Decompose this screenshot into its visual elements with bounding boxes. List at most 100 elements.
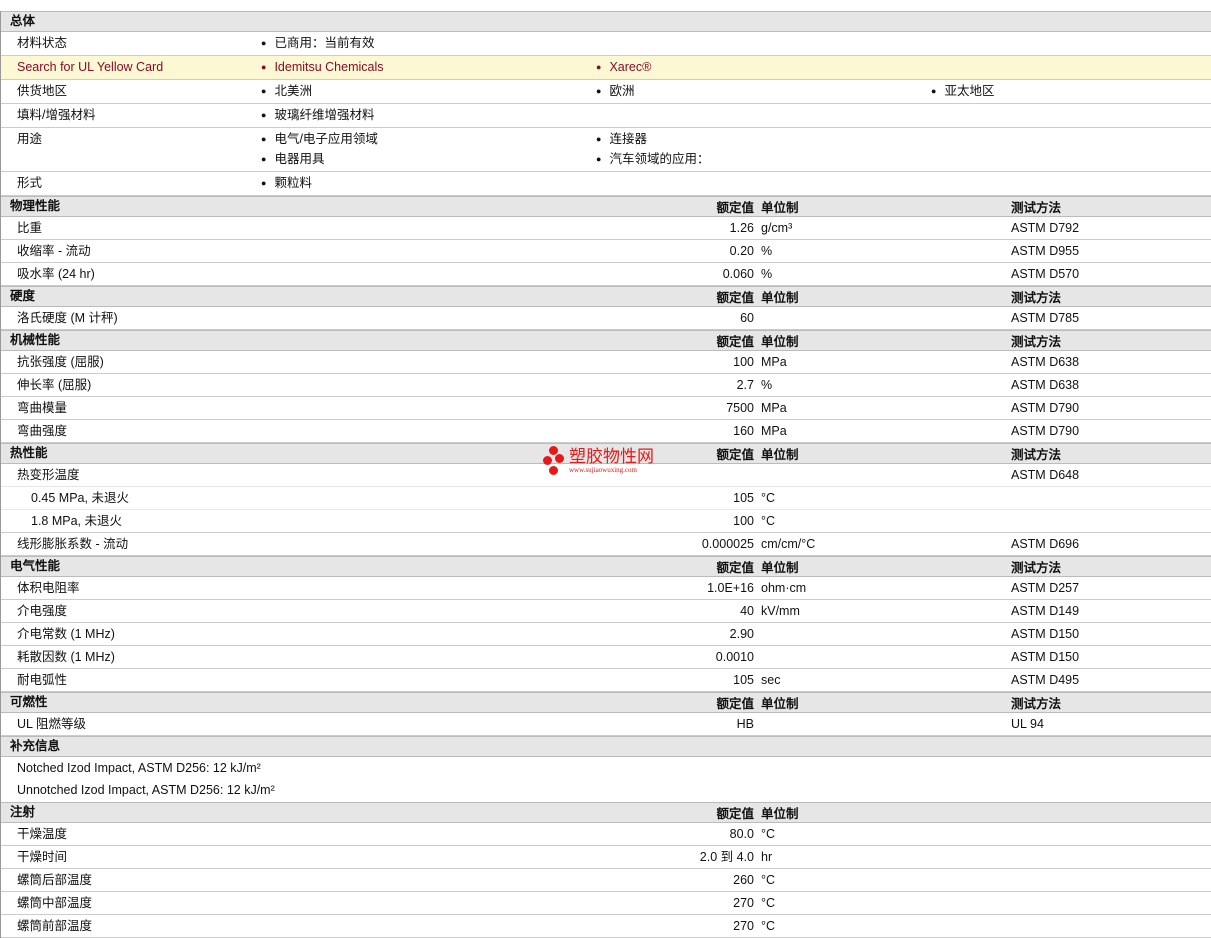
property-value: 2.0 到 4.0 [699, 850, 754, 864]
property-value: 270 [733, 896, 754, 910]
property-row: 介电强度 40 kV/mm ASTM D149 [1, 600, 1211, 623]
test-method: ASTM D696 [1011, 537, 1080, 551]
header-test-method: 测试方法 [1011, 291, 1062, 305]
section-header: 机械性能 额定值 单位制 测试方法 [1, 330, 1211, 351]
property-label: 比重 [17, 221, 43, 235]
header-test-method: 测试方法 [1011, 697, 1062, 711]
property-value: 0.20 [729, 244, 754, 258]
bullet-item: 已商用：当前有效 [261, 32, 374, 55]
property-label: 螺筒后部温度 [17, 873, 93, 887]
property-value: 260 [733, 873, 754, 887]
property-value: 7500 [726, 401, 754, 415]
property-value: HB [736, 717, 754, 731]
section-header: 可燃性 额定值 单位制 测试方法 [1, 692, 1211, 713]
bullet-item: 亚太地区 [931, 80, 994, 103]
header-test-method: 测试方法 [1011, 448, 1062, 462]
test-method: ASTM D648 [1011, 468, 1080, 482]
test-method: ASTM D149 [1011, 604, 1080, 618]
header-unit: 单位制 [761, 201, 799, 215]
header-value: 额定值 [716, 201, 754, 215]
property-row: 体积电阻率 1.0E+16 ohm·cm ASTM D257 [1, 577, 1211, 600]
header-value: 额定值 [716, 291, 754, 305]
header-unit: 单位制 [761, 291, 799, 305]
property-unit: °C [761, 919, 776, 933]
property-label: 线形膨胀系数 - 流动 [17, 537, 129, 551]
yellow-card-link[interactable]: Idemitsu Chemicals [261, 56, 383, 79]
test-method: ASTM D785 [1011, 311, 1080, 325]
general-row: 用途电气/电子应用领域连接器电器用具汽车领域的应用： [1, 128, 1211, 172]
section-header: 注射 额定值 单位制 [1, 802, 1211, 823]
property-row: 收缩率 - 流动 0.20% ASTM D955 [1, 240, 1211, 263]
section-title: 物理性能 [10, 199, 61, 213]
property-label: 介电常数 (1 MHz) [17, 627, 115, 641]
property-label: 干燥温度 [17, 827, 68, 841]
test-method: ASTM D792 [1011, 221, 1080, 235]
property-row: 弯曲模量 7500 MPa ASTM D790 [1, 397, 1211, 420]
property-label: 收缩率 - 流动 [17, 244, 91, 258]
header-test-method: 测试方法 [1011, 201, 1062, 215]
property-unit: % [761, 267, 773, 281]
general-row: 填料/增强材料 玻璃纤维增强材料 [1, 104, 1211, 128]
property-row: 线形膨胀系数 - 流动 0.000025 cm/cm/°C ASTM D696 [1, 533, 1211, 556]
property-label: 弯曲模量 [17, 401, 68, 415]
bullet-item: 欧洲 [596, 80, 634, 103]
section-title: 注射 [10, 805, 36, 819]
header-unit: 单位制 [761, 561, 799, 575]
property-row: UL 阻燃等级 HB UL 94 [1, 713, 1211, 736]
property-unit: °C [761, 514, 776, 528]
property-label: 螺筒前部温度 [17, 919, 93, 933]
property-unit: MPa [761, 424, 787, 438]
test-method: ASTM D638 [1011, 355, 1080, 369]
property-unit: °C [761, 896, 776, 910]
property-value: 105 [733, 673, 754, 687]
test-method: UL 94 [1011, 717, 1044, 731]
row-label[interactable]: Search for UL Yellow Card [17, 56, 163, 78]
property-label: 热变形温度 [17, 468, 80, 482]
test-method: ASTM D495 [1011, 673, 1080, 687]
test-method: ASTM D790 [1011, 401, 1080, 415]
property-value: 100 [733, 514, 754, 528]
property-row: 伸长率 (屈服) 2.7% ASTM D638 [1, 374, 1211, 397]
general-row: 材料状态 已商用：当前有效 [1, 32, 1211, 56]
property-unit: cm/cm/°C [761, 537, 816, 551]
property-row: 耐电弧性 105 sec ASTM D495 [1, 669, 1211, 692]
row-label: 材料状态 [17, 36, 68, 50]
property-row: 干燥温度 80.0 °C [1, 823, 1211, 846]
property-value: 160 [733, 424, 754, 438]
row-label: 填料/增强材料 [17, 108, 96, 122]
property-row: 吸水率 (24 hr) 0.060% ASTM D570 [1, 263, 1211, 286]
test-method: ASTM D955 [1011, 244, 1080, 258]
section-header-general: 总体 [1, 11, 1211, 32]
property-label: 介电强度 [17, 604, 68, 618]
property-row: 螺筒中部温度 270 °C [1, 892, 1211, 915]
property-row: 螺筒后部温度 260 °C [1, 869, 1211, 892]
property-row: 介电常数 (1 MHz) 2.90 ASTM D150 [1, 623, 1211, 646]
header-value: 额定值 [716, 807, 754, 821]
property-row: 比重 1.26 g/cm³ ASTM D792 [1, 217, 1211, 240]
watermark-name: 塑胶物性网 [569, 447, 654, 466]
section-header: 补充信息 [1, 736, 1211, 757]
section-title: 硬度 [10, 289, 36, 303]
row-label: 形式 [17, 176, 43, 190]
property-label: 洛氏硬度 (M 计秤) [17, 311, 118, 325]
property-row: 1.8 MPa, 未退火 100 °C [1, 510, 1211, 533]
watermark-url: www.sujiaowuxing.com [569, 466, 637, 474]
header-value: 额定值 [716, 697, 754, 711]
property-value: 80.0 [729, 827, 754, 841]
note-line: Notched Izod Impact, ASTM D256: 12 kJ/m² [17, 761, 261, 775]
property-value: 0.0010 [715, 650, 754, 664]
general-row: Search for UL Yellow Card Idemitsu Chemic… [1, 56, 1211, 80]
property-value: 0.060 [722, 267, 754, 281]
property-label: 伸长率 (屈服) [17, 378, 92, 392]
property-unit: MPa [761, 401, 787, 415]
note-line: Unnotched Izod Impact, ASTM D256: 12 kJ/… [17, 783, 275, 797]
test-method: ASTM D150 [1011, 650, 1080, 664]
property-value: 60 [740, 311, 754, 325]
property-unit: °C [761, 827, 776, 841]
property-label: UL 阻燃等级 [17, 717, 86, 731]
section-title: 可燃性 [10, 695, 48, 709]
yellow-card-link[interactable]: Xarec® [596, 56, 651, 79]
section-header: 电气性能 额定值 单位制 测试方法 [1, 556, 1211, 577]
general-row: 供货地区 北美洲 欧洲 亚太地区 [1, 80, 1211, 104]
header-unit: 单位制 [761, 807, 799, 821]
